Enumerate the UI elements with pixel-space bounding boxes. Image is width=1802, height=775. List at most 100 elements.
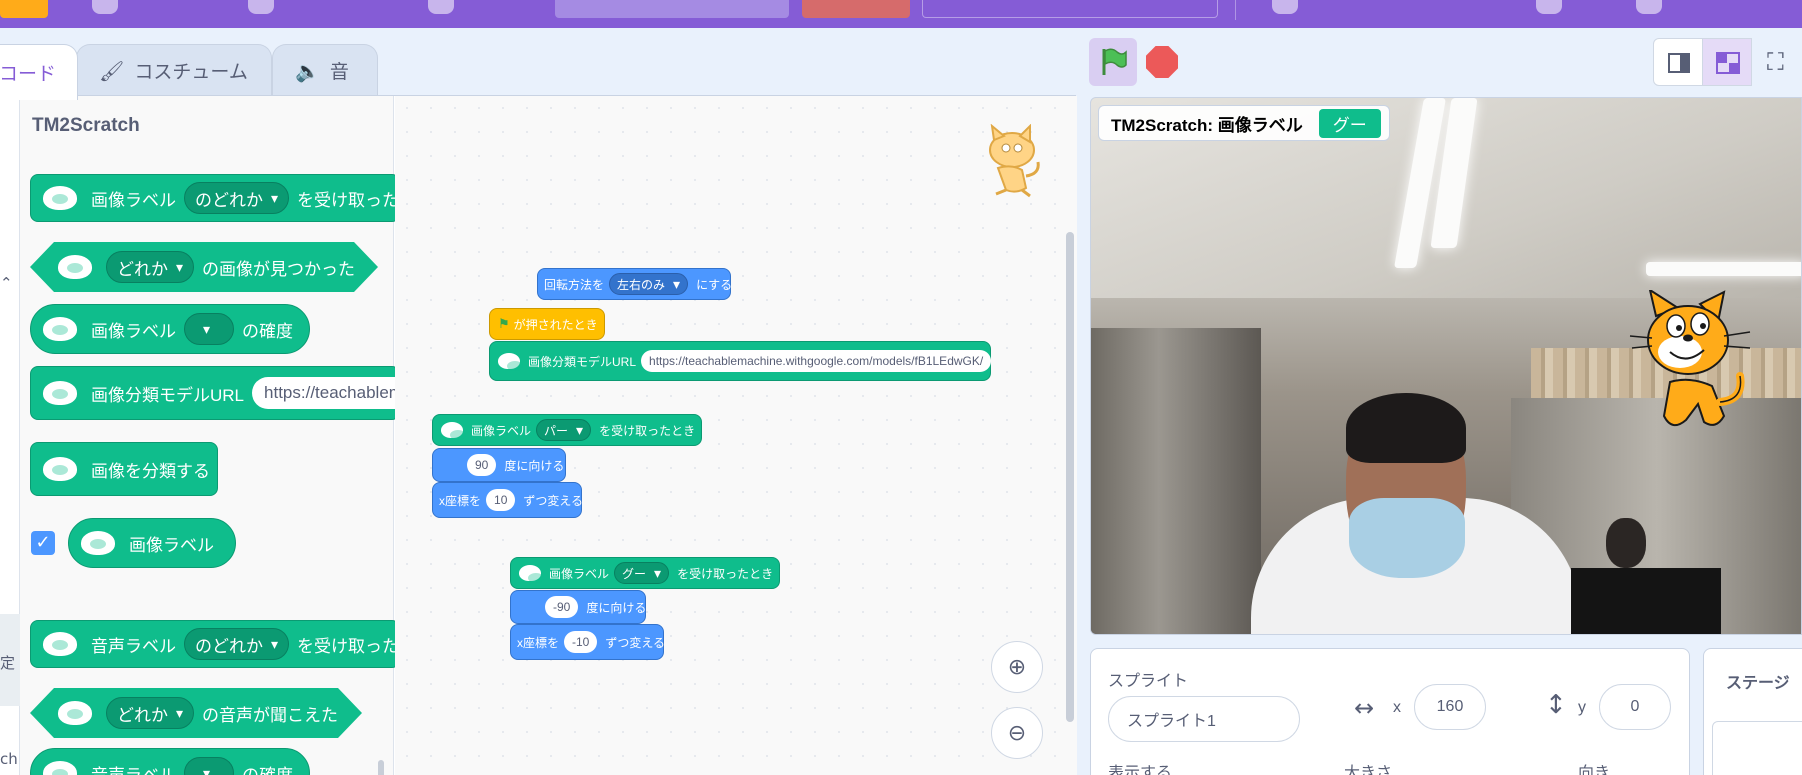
block-dropdown[interactable]: 左右のみ: [609, 273, 689, 295]
variable-monitor[interactable]: TM2Scratch: 画像ラベル グー: [1098, 105, 1390, 141]
block-text: 画像を分類する: [91, 461, 210, 481]
script-block-image-model-url[interactable]: 画像分類モデルURL https://teachablemachine.with…: [489, 341, 992, 381]
script-block-when-image-label-par[interactable]: 画像ラベル パー を受け取ったとき: [432, 395, 702, 446]
palette-block-image-model-url[interactable]: 画像分類モデルURL https://teachablem: [30, 366, 415, 420]
block-text: 度に向ける: [586, 600, 647, 615]
palette-block-image-found[interactable]: どれか の画像が見つかった: [30, 242, 378, 292]
stage-size-toggle: ⛶: [1653, 38, 1802, 86]
image-label-monitor-checkbox[interactable]: ✓: [31, 531, 55, 555]
menu-bar: [0, 0, 1802, 28]
block-text: の確度: [242, 321, 293, 341]
tutorials-icon[interactable]: [1272, 0, 1298, 14]
green-flag-button[interactable]: [1089, 38, 1137, 86]
category-menu[interactable]: ⌃ 定 ch: [0, 96, 20, 775]
script-block-set-rotation-style[interactable]: 回転方法を 左右のみ にする: [537, 268, 732, 300]
block-number-input[interactable]: -90: [545, 596, 579, 618]
checkmark-icon: ✓: [35, 532, 51, 553]
script-block-change-x-by[interactable]: x座標を -10 ずつ変える: [510, 624, 665, 660]
block-dropdown[interactable]: [184, 313, 234, 345]
sprite-name-input[interactable]: スプライト1: [1108, 696, 1300, 742]
speaker-icon: 🔈: [295, 58, 320, 83]
size-label: 大きさ: [1344, 765, 1393, 775]
tm2scratch-extension-icon: [441, 422, 466, 440]
zoom-in-icon: ⊕: [1007, 654, 1027, 680]
palette-block-sound-label-confidence[interactable]: 音声ラベル の確度: [30, 748, 310, 775]
palette-block-when-image-label-received[interactable]: 画像ラベル のどれか を受け取った: [30, 155, 400, 222]
palette-block-sound-heard[interactable]: どれか の音声が聞こえた: [30, 688, 362, 738]
category-label-partial-2: ch: [0, 750, 18, 768]
block-text: 画像ラベル: [129, 535, 214, 555]
large-stage-button[interactable]: [1702, 38, 1752, 86]
fullscreen-button[interactable]: ⛶: [1751, 38, 1801, 86]
script-block-when-flag-clicked[interactable]: ⚑ が押されたとき: [489, 289, 605, 340]
mystuff-icon[interactable]: [1536, 0, 1562, 14]
webcam-monitor: [1571, 568, 1721, 634]
tm2scratch-extension-icon: [498, 353, 523, 371]
block-text: x座標を: [517, 635, 560, 650]
block-text: の画像が見つかった: [202, 259, 356, 279]
small-stage-button[interactable]: [1653, 38, 1703, 86]
block-dropdown[interactable]: [184, 757, 234, 775]
block-text: 画像ラベル: [549, 566, 610, 581]
script-block-when-image-label-goo[interactable]: 画像ラベル グー を受け取ったとき: [510, 538, 780, 589]
script-block-point-in-direction[interactable]: -90 度に向ける: [510, 590, 646, 624]
palette-block-image-label-confidence[interactable]: 画像ラベル の確度: [30, 304, 310, 354]
block-text: 画像分類モデルURL: [91, 385, 245, 405]
block-dropdown[interactable]: のどれか: [184, 628, 290, 660]
project-title-field[interactable]: [555, 0, 789, 18]
block-text: 度に向ける: [504, 458, 565, 473]
tm2scratch-extension-icon: [43, 381, 77, 405]
block-text: が押されたとき: [513, 317, 598, 332]
tab-sounds[interactable]: 🔈 音: [272, 44, 378, 96]
webcam-cabinet: [1091, 328, 1261, 634]
block-text: 画像ラベル: [471, 423, 532, 438]
script-block-point-in-direction[interactable]: 90 度に向ける: [432, 448, 566, 482]
account-avatar-icon[interactable]: [1636, 0, 1662, 14]
fullscreen-icon: ⛶: [1767, 48, 1784, 76]
green-flag-icon: ⚑: [498, 316, 510, 331]
vertical-arrows-icon: ↕: [1545, 690, 1567, 720]
palette-scrollbar[interactable]: [378, 760, 384, 775]
edit-menu-icon[interactable]: [428, 0, 454, 14]
palette-block-when-sound-label-received[interactable]: 音声ラベル のどれか を受け取った: [30, 601, 400, 668]
palette-block-classify-image[interactable]: 画像を分類する: [30, 442, 218, 496]
block-dropdown[interactable]: どれか: [106, 251, 194, 283]
block-dropdown[interactable]: のどれか: [184, 182, 290, 214]
stage-thumbnail[interactable]: [1712, 721, 1802, 775]
zoom-in-button[interactable]: ⊕: [991, 641, 1043, 693]
share-button[interactable]: [802, 0, 910, 18]
file-menu-icon[interactable]: [248, 0, 274, 14]
block-number-input[interactable]: 90: [467, 454, 497, 476]
block-dropdown[interactable]: グー: [614, 562, 670, 584]
sprite-x-input[interactable]: 160: [1414, 684, 1486, 730]
sprite-heading: スプライト: [1108, 673, 1189, 690]
script-scrollbar[interactable]: [1066, 232, 1074, 722]
settings-icon[interactable]: [92, 0, 118, 14]
block-number-input[interactable]: -10: [564, 631, 598, 653]
block-url-input[interactable]: https://teachablem: [252, 377, 415, 409]
webcam-background-person: [1606, 518, 1646, 568]
sprite-y-input[interactable]: 0: [1599, 684, 1671, 730]
scratch-logo[interactable]: [0, 0, 48, 18]
tm2scratch-extension-icon: [81, 531, 115, 555]
block-text: 音声ラベル: [91, 636, 176, 656]
palette-block-image-label-reporter[interactable]: 画像ラベル: [68, 518, 236, 568]
stop-button[interactable]: [1146, 46, 1178, 78]
tab-sounds-label: 音: [329, 61, 349, 83]
block-dropdown[interactable]: パー: [536, 419, 592, 441]
stage-selector-pane[interactable]: ステージ: [1703, 648, 1802, 775]
block-number-input[interactable]: 10: [486, 489, 516, 511]
tab-code[interactable]: コード: [0, 44, 78, 100]
block-url-input[interactable]: https://teachablemachine.withgoogle.com/…: [641, 350, 992, 372]
block-dropdown[interactable]: どれか: [106, 697, 194, 729]
scratch-cat-sprite[interactable]: [1620, 290, 1760, 440]
tab-costumes[interactable]: 🖌 コスチューム: [76, 44, 272, 96]
block-text: を受け取ったとき: [677, 566, 774, 581]
scratch-cat-icon: [989, 124, 1040, 198]
script-block-change-x-by[interactable]: x座標を 10 ずつ変える: [432, 482, 583, 518]
see-project-page-button[interactable]: [922, 0, 1218, 18]
block-text: ずつ変える: [605, 635, 665, 650]
x-label: x: [1393, 699, 1401, 716]
zoom-out-button[interactable]: ⊖: [991, 707, 1043, 759]
tab-costumes-label: コスチューム: [134, 61, 248, 83]
